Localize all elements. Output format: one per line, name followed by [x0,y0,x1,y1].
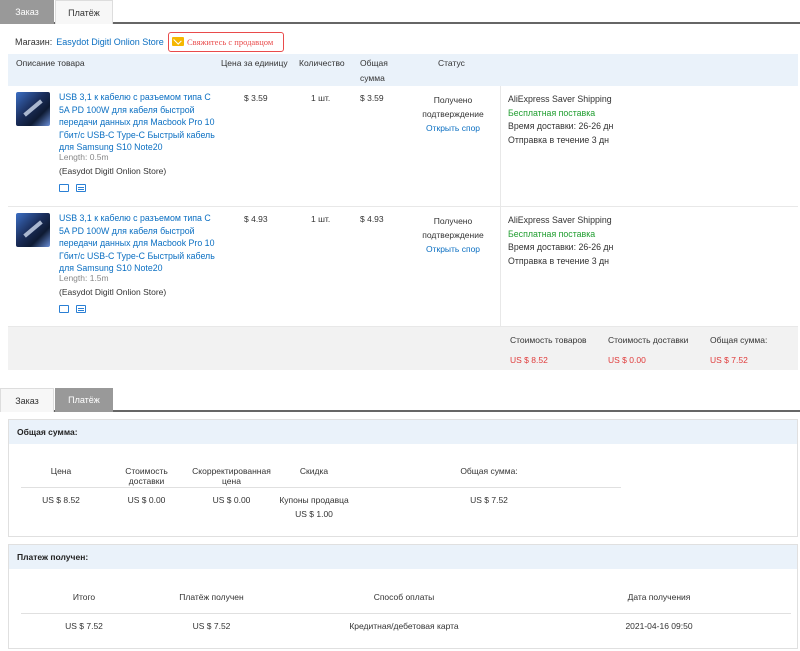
contact-seller-button[interactable]: Свяжитесь с продавцом [168,32,284,52]
summary-panel-title: Общая сумма: [9,420,797,444]
goods-cost-label: Стоимость товаров [510,335,587,345]
payment-received-value: US $ 7.52 [192,621,231,631]
summary-col-price: Цена [50,466,72,476]
product-store: (Easydot Digitl Onlion Store) [59,166,167,176]
summary-col-delivery-2: доставки [128,476,165,486]
contact-seller-label: Свяжитесь с продавцом [187,37,274,47]
dispatch-time: Отправка в течение 3 дн [508,255,610,266]
quantity: 1 шт. [311,214,331,224]
product-variant: Length: 0.5m [59,152,109,162]
product-variant: Length: 1.5m [59,273,109,283]
store-link[interactable]: Easydot Digitl Onlion Store [56,37,164,47]
product-thumbnail[interactable] [16,92,50,126]
payment-tabs: Заказ Платёж [0,388,800,412]
summary-delivery-value: US $ 0.00 [127,495,166,505]
col-unit-price: Цена за единицу [221,58,288,68]
payment-col-date: Дата получения [627,592,691,602]
col-status: Статус [438,58,465,68]
payment-method-value: Кредитная/дебетовая карта [349,621,459,631]
payment-total-value: US $ 7.52 [65,621,103,631]
summary-price-value: US $ 8.52 [42,495,80,505]
shipping-cost-label: Стоимость доставки [608,335,689,345]
dispatch-time: Отправка в течение 3 дн [508,134,610,145]
delivery-time: Время доставки: 26-26 дн [508,242,614,252]
column-divider [500,207,501,326]
col-description: Описание товара [16,58,85,68]
quantity: 1 шт. [311,93,331,103]
snapshot-icon[interactable] [59,305,69,313]
goods-cost-value: US $ 8.52 [510,355,548,365]
tab-payment[interactable]: Платёж [55,388,113,412]
status-cell: Получено подтверждение Открыть спор [413,93,493,135]
col-total-1: Общая [360,58,388,68]
details-icon[interactable] [76,184,86,192]
unit-price: $ 3.59 [244,93,268,103]
summary-total-value: US $ 7.52 [470,495,508,505]
shipping-info: AliExpress Saver Shipping Бесплатная пос… [508,93,613,147]
open-dispute-link[interactable]: Открыть спор [413,121,493,135]
line-total: $ 4.93 [360,214,384,224]
shipping-info: AliExpress Saver Shipping Бесплатная пос… [508,214,613,268]
col-total-2: сумма [360,73,385,83]
summary-discount-value: US $ 1.00 [295,509,333,519]
shipping-cost-value: US $ 0.00 [608,355,646,365]
status-cell: Получено подтверждение Открыть спор [413,214,493,256]
table-row: USB 3,1 к кабелю с разъемом типа C 5A PD… [8,86,798,207]
order-sum-label: Общая сумма: [710,335,768,345]
column-divider [500,86,501,206]
payment-panel-title: Платеж получен: [9,545,797,569]
status-text-2: подтверждение [422,109,484,119]
col-quantity: Количество [299,58,345,68]
summary-adjusted-value: US $ 0.00 [212,495,251,505]
tab-order[interactable]: Заказ [0,388,54,412]
top-tabs: Заказ Платёж [0,0,800,24]
status-text-1: Получено [433,216,473,226]
status-text-2: подтверждение [422,230,484,240]
status-text-1: Получено [433,95,473,105]
product-title-link[interactable]: USB 3,1 к кабелю с разъемом типа C 5A PD… [59,91,219,154]
shipping-method: AliExpress Saver Shipping [508,94,612,104]
summary-discount-type: Купоны продавца [279,495,349,505]
details-icon[interactable] [76,305,86,313]
snapshot-icon[interactable] [59,184,69,192]
store-line: Магазин: Easydot Digitl Onlion Store [15,33,164,51]
tab-order[interactable]: Заказ [0,0,54,24]
open-dispute-link[interactable]: Открыть спор [413,242,493,256]
summary-col-discount: Скидка [299,466,329,476]
summary-panel: Общая сумма: Цена Стоимость доставки Ско… [8,419,798,537]
payment-col-total: Итого [72,592,96,602]
free-shipping: Бесплатная поставка [508,107,596,118]
payment-panel: Платеж получен: Итого Платёж получен Спо… [8,544,798,649]
product-thumbnail[interactable] [16,213,50,247]
product-store: (Easydot Digitl Onlion Store) [59,287,167,297]
delivery-time: Время доставки: 26-26 дн [508,121,614,131]
product-title-link[interactable]: USB 3,1 к кабелю с разъемом типа C 5A PD… [59,212,219,275]
mail-icon [172,37,184,46]
payment-col-received: Платёж получен [179,592,244,602]
payment-col-method: Способ оплаты [373,592,435,602]
free-shipping: Бесплатная поставка [508,228,596,239]
summary-divider [21,487,621,488]
summary-col-adjusted-2: цена [222,476,241,486]
unit-price: $ 4.93 [244,214,268,224]
order-table-header: Описание товара Цена за единицу Количест… [8,54,798,86]
tab-payment[interactable]: Платёж [55,0,113,24]
order-sum-value: US $ 7.52 [710,355,748,365]
summary-col-total: Общая сумма: [460,466,518,476]
order-totals: Стоимость товаров US $ 8.52 Стоимость до… [8,327,798,370]
shipping-method: AliExpress Saver Shipping [508,215,612,225]
payment-date-value: 2021-04-16 09:50 [625,621,693,631]
table-row: USB 3,1 к кабелю с разъемом типа C 5A PD… [8,207,798,327]
payment-divider [21,613,791,614]
store-label: Магазин: [15,37,53,47]
line-total: $ 3.59 [360,93,384,103]
